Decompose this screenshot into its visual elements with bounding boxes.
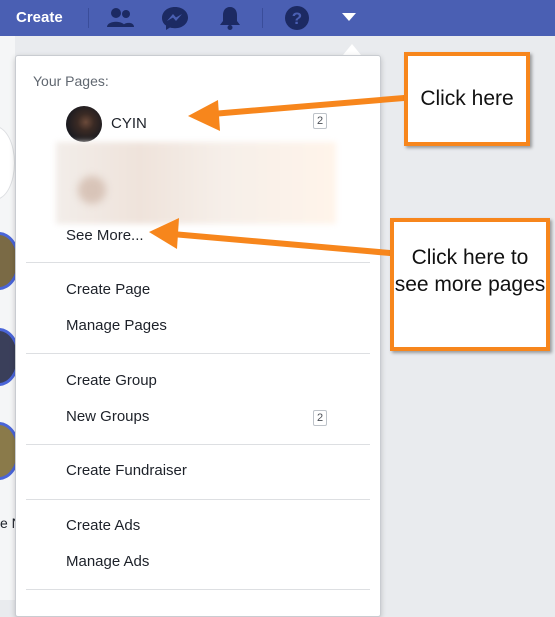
callout-see-more: Click here to see more pages [390, 218, 550, 351]
callout-see-more-text: Click here to see more pages [394, 246, 546, 296]
arrow-to-page-icon [188, 95, 407, 131]
arrow-to-see-more-icon [149, 218, 393, 256]
callout-click-here: Click here [404, 52, 530, 146]
